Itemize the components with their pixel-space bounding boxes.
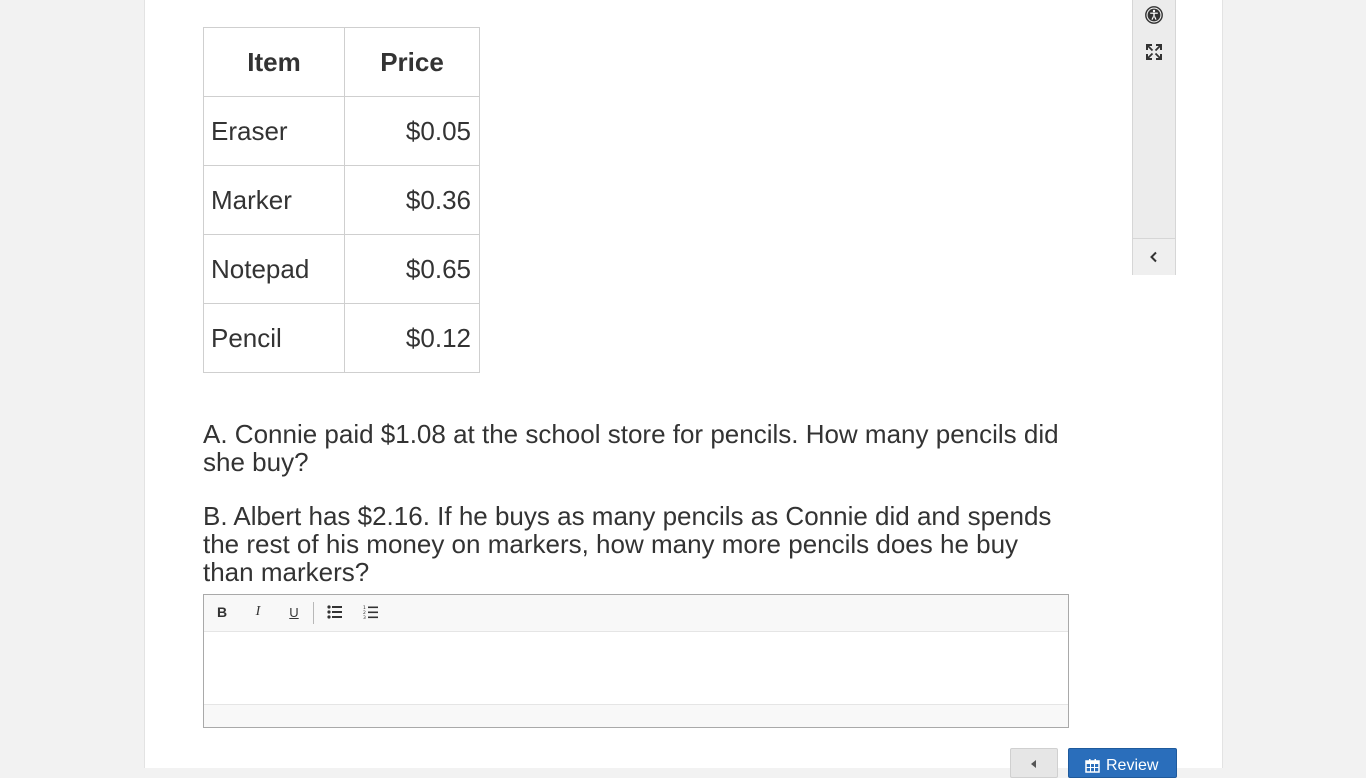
table-row: Notepad $0.65 [203,234,480,304]
price-cell: $0.12 [344,303,480,373]
editor-text-area[interactable] [204,632,1068,704]
chevron-left-icon [1150,251,1157,263]
underline-button[interactable]: U [280,599,308,625]
tool-rail [1132,0,1176,275]
review-button[interactable]: Review [1068,748,1177,778]
collapse-rail-button[interactable] [1133,238,1175,275]
fullscreen-button[interactable] [1133,37,1175,67]
review-button-label: Review [1106,757,1159,774]
editor-toolbar: B I U 1 2 3 [204,595,1068,632]
price-cell: $0.36 [344,165,480,235]
numbered-list-button[interactable]: 1 2 3 [357,599,385,625]
question-part-a: A. Connie paid $1.08 at the school store… [203,419,1059,477]
item-cell: Notepad [203,234,345,304]
calendar-icon [1085,759,1100,773]
response-editor: B I U 1 2 3 [203,594,1069,728]
price-cell: $0.65 [344,234,480,304]
accessibility-button[interactable] [1133,0,1175,30]
table-row: Eraser $0.05 [203,96,480,166]
editor-status-bar [204,704,1068,727]
italic-button[interactable]: I [244,599,272,625]
bold-button[interactable]: B [208,599,236,625]
toolbar-separator [313,602,314,624]
svg-text:3: 3 [363,615,366,619]
table-row: Marker $0.36 [203,165,480,235]
bulleted-list-icon [327,605,342,619]
previous-button[interactable] [1010,748,1058,778]
numbered-list-icon: 1 2 3 [363,605,378,619]
price-cell: $0.05 [344,96,480,166]
item-cell: Eraser [203,96,345,166]
accessibility-icon [1145,6,1163,24]
column-header-price: Price [344,27,480,97]
fullscreen-icon [1146,44,1162,60]
price-table: Item Price Eraser $0.05 Marker $0.36 Not… [203,27,480,373]
table-header-row: Item Price [203,27,480,97]
question-part-b: B. Albert has $2.16. If he buys as many … [203,501,1052,587]
item-cell: Marker [203,165,345,235]
bulleted-list-button[interactable] [321,599,349,625]
column-header-item: Item [203,27,345,97]
table-row: Pencil $0.12 [203,303,480,373]
item-cell: Pencil [203,303,345,373]
